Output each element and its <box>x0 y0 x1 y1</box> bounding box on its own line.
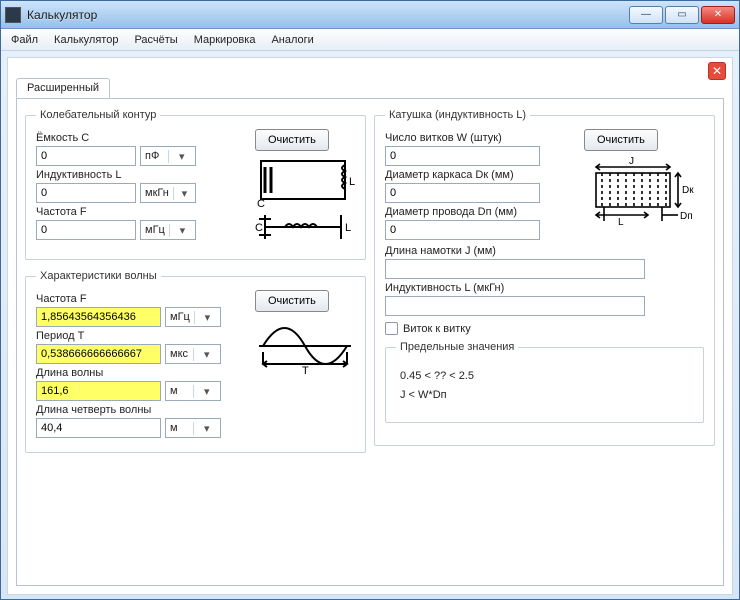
input-coil-dp[interactable] <box>385 220 540 240</box>
input-wave-period[interactable] <box>36 344 161 364</box>
combo-capacitance-unit[interactable]: пФ▾ <box>140 146 196 166</box>
checkbox-turn-to-turn[interactable]: Виток к витку <box>385 322 471 335</box>
svg-text:C: C <box>257 198 265 210</box>
limit-line-2: J < W*Dп <box>400 386 689 405</box>
input-capacitance[interactable] <box>36 146 136 166</box>
group-limits: Предельные значения 0.45 < ?? < 2.5 J < … <box>385 341 704 423</box>
combo-wave-frequency-unit[interactable]: мГц▾ <box>165 307 221 327</box>
app-icon <box>5 7 21 23</box>
window-title: Калькулятор <box>27 8 629 22</box>
legend-coil: Катушка (индуктивность L) <box>385 109 530 121</box>
legend-limits: Предельные значения <box>396 341 518 353</box>
label-inductance: Индуктивность L <box>36 169 247 181</box>
input-wave-frequency[interactable] <box>36 307 161 327</box>
maximize-button[interactable]: ▭ <box>665 6 699 24</box>
label-coil-dp: Диаметр провода Dп (мм) <box>385 206 576 218</box>
legend-lc: Колебательный контур <box>36 109 160 121</box>
close-button[interactable]: ✕ <box>701 6 735 24</box>
menu-analogs[interactable]: Аналоги <box>271 34 313 46</box>
label-frequency: Частота F <box>36 206 247 218</box>
input-wave-length[interactable] <box>36 381 161 401</box>
group-lc-circuit: Колебательный контур Ёмкость C пФ▾ <box>25 109 366 260</box>
label-wave-period: Период T <box>36 330 247 342</box>
button-coil-clear[interactable]: Очистить <box>584 129 658 151</box>
label-coil-l: Индуктивность L (мкГн) <box>385 282 704 294</box>
combo-inductance-unit[interactable]: мкГн▾ <box>140 183 196 203</box>
group-wave: Характеристики волны Частота F мГц▾ <box>25 270 366 453</box>
svg-text:T: T <box>302 365 309 376</box>
svg-text:J: J <box>629 156 634 167</box>
label-wave-frequency: Частота F <box>36 293 247 305</box>
client-area: ✕ Расширенный Колебательный контур Ёмкос… <box>7 57 733 595</box>
input-coil-j[interactable] <box>385 259 645 279</box>
svg-text:L: L <box>618 217 624 228</box>
inner-close-button[interactable]: ✕ <box>708 62 726 80</box>
svg-text:Dп: Dп <box>680 211 693 222</box>
input-wave-quarter[interactable] <box>36 418 161 438</box>
label-coil-j: Длина намотки J (мм) <box>385 245 704 257</box>
minimize-button[interactable]: — <box>629 6 663 24</box>
svg-text:Dк: Dк <box>682 185 694 196</box>
label-wave-quarter: Длина четверть волны <box>36 404 247 416</box>
wave-icon: T <box>255 316 355 376</box>
input-inductance[interactable] <box>36 183 136 203</box>
svg-text:L: L <box>349 176 355 188</box>
input-coil-dk[interactable] <box>385 183 540 203</box>
input-frequency[interactable] <box>36 220 136 240</box>
group-coil: Катушка (индуктивность L) Число витков W… <box>374 109 715 446</box>
combo-wave-quarter-unit[interactable]: м▾ <box>165 418 221 438</box>
button-wave-clear[interactable]: Очистить <box>255 290 329 312</box>
label-capacitance: Ёмкость C <box>36 132 247 144</box>
combo-wave-period-unit[interactable]: мкс▾ <box>165 344 221 364</box>
input-coil-l[interactable] <box>385 296 645 316</box>
svg-text:C: C <box>255 222 263 234</box>
app-window: Калькулятор — ▭ ✕ Файл Калькулятор Расчё… <box>0 0 740 600</box>
menu-calculator[interactable]: Калькулятор <box>54 34 118 46</box>
tab-advanced[interactable]: Расширенный <box>16 78 110 98</box>
input-coil-turns[interactable] <box>385 146 540 166</box>
menu-marking[interactable]: Маркировка <box>194 34 256 46</box>
coil-icon: J Dк L Dп <box>584 155 704 231</box>
combo-wave-length-unit[interactable]: м▾ <box>165 381 221 401</box>
lc-circuit-icon: C L C <box>255 155 355 247</box>
button-lc-clear[interactable]: Очистить <box>255 129 329 151</box>
menu-file[interactable]: Файл <box>11 34 38 46</box>
svg-text:L: L <box>345 222 351 234</box>
menubar: Файл Калькулятор Расчёты Маркировка Анал… <box>1 29 739 51</box>
label-wave-length: Длина волны <box>36 367 247 379</box>
titlebar: Калькулятор — ▭ ✕ <box>1 1 739 29</box>
limit-line-1: 0.45 < ?? < 2.5 <box>400 367 689 386</box>
label-coil-dk: Диаметр каркаса Dк (мм) <box>385 169 576 181</box>
checkbox-box-icon <box>385 322 398 335</box>
checkbox-label: Виток к витку <box>403 323 471 335</box>
combo-frequency-unit[interactable]: мГц▾ <box>140 220 196 240</box>
tab-pane: Колебательный контур Ёмкость C пФ▾ <box>16 98 724 586</box>
menu-calculations[interactable]: Расчёты <box>134 34 177 46</box>
label-coil-turns: Число витков W (штук) <box>385 132 576 144</box>
legend-wave: Характеристики волны <box>36 270 161 282</box>
